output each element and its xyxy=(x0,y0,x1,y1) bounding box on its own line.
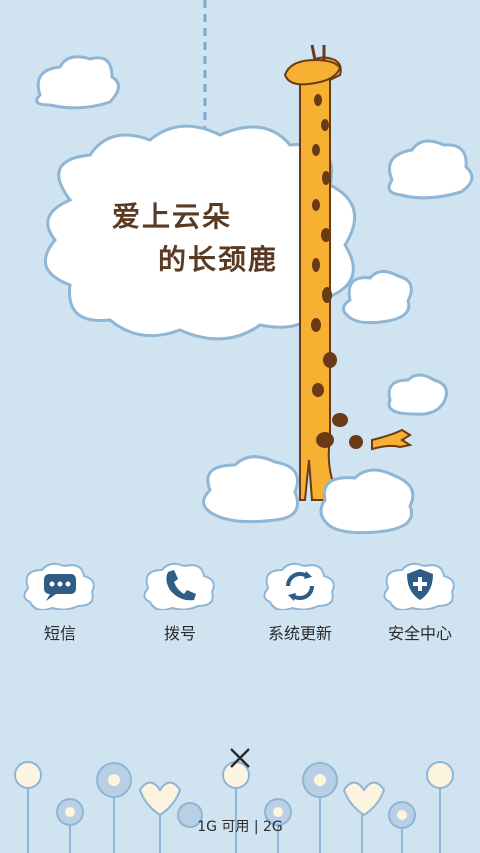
chat-bubble-icon xyxy=(23,562,95,610)
app-label: 短信 xyxy=(43,624,76,643)
app-system-update[interactable]: 系统更新 xyxy=(240,560,360,660)
cloud-bottom-left xyxy=(202,455,299,524)
wallpaper-title-line2: 的长颈鹿 xyxy=(158,243,279,276)
app-label: 拨号 xyxy=(163,624,196,643)
cloud-small-top-left xyxy=(35,55,120,110)
cloud-small-mid-right xyxy=(342,270,448,416)
app-label: 安全中心 xyxy=(387,624,452,643)
wallpaper-title-line1: 爱上云朵 xyxy=(112,200,233,233)
refresh-icon xyxy=(263,562,335,610)
cloud-small-right xyxy=(387,139,474,200)
app-dialer[interactable]: 拨号 xyxy=(120,560,240,660)
app-label: 系统更新 xyxy=(267,624,332,643)
shield-plus-icon xyxy=(383,562,455,610)
phone-icon xyxy=(143,562,215,610)
memory-status: 1G 可用 | 2G xyxy=(197,819,283,835)
close-button[interactable] xyxy=(224,742,256,774)
close-icon xyxy=(230,748,250,768)
app-messages[interactable]: 短信 xyxy=(0,560,120,660)
app-security-center[interactable]: 安全中心 xyxy=(360,560,480,660)
flower-strip xyxy=(14,761,454,853)
cloud-bottom-giraffe xyxy=(319,468,415,535)
wallpaper-illustration xyxy=(14,0,474,853)
